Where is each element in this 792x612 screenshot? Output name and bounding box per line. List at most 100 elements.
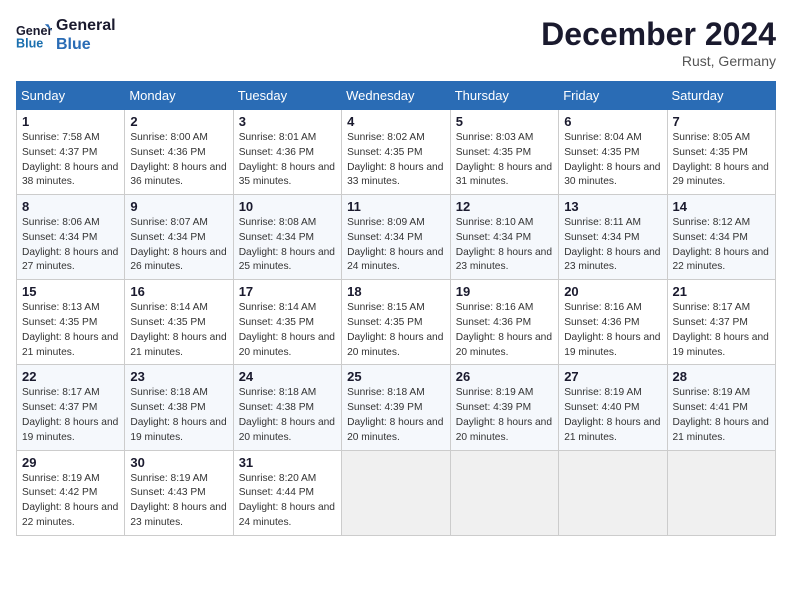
day-number: 13: [564, 199, 661, 214]
calendar-table: SundayMondayTuesdayWednesdayThursdayFrid…: [16, 81, 776, 536]
day-info: Sunrise: 8:20 AM Sunset: 4:44 PM Dayligh…: [239, 472, 336, 531]
calendar-cell: 28 Sunrise: 8:19 AM Sunset: 4:41 PM Dayl…: [667, 365, 776, 450]
day-number: 20: [564, 284, 661, 299]
day-number: 1: [22, 114, 119, 129]
day-number: 10: [239, 199, 336, 214]
logo-blue: Blue: [56, 35, 116, 54]
calendar-cell: 9 Sunrise: 8:07 AM Sunset: 4:34 PM Dayli…: [125, 195, 233, 280]
day-number: 30: [130, 455, 227, 470]
day-info: Sunrise: 8:19 AM Sunset: 4:39 PM Dayligh…: [456, 386, 553, 445]
day-number: 4: [347, 114, 445, 129]
calendar-cell: 24 Sunrise: 8:18 AM Sunset: 4:38 PM Dayl…: [233, 365, 341, 450]
day-info: Sunrise: 8:18 AM Sunset: 4:38 PM Dayligh…: [239, 386, 336, 445]
calendar-cell: 26 Sunrise: 8:19 AM Sunset: 4:39 PM Dayl…: [450, 365, 558, 450]
calendar-cell: [667, 450, 776, 535]
calendar-cell: [342, 450, 451, 535]
day-info: Sunrise: 8:16 AM Sunset: 4:36 PM Dayligh…: [564, 301, 661, 360]
day-info: Sunrise: 8:18 AM Sunset: 4:39 PM Dayligh…: [347, 386, 445, 445]
calendar-cell: 16 Sunrise: 8:14 AM Sunset: 4:35 PM Dayl…: [125, 280, 233, 365]
day-info: Sunrise: 8:17 AM Sunset: 4:37 PM Dayligh…: [22, 386, 119, 445]
calendar-cell: 22 Sunrise: 8:17 AM Sunset: 4:37 PM Dayl…: [17, 365, 125, 450]
day-info: Sunrise: 8:05 AM Sunset: 4:35 PM Dayligh…: [673, 131, 771, 190]
calendar-cell: 12 Sunrise: 8:10 AM Sunset: 4:34 PM Dayl…: [450, 195, 558, 280]
calendar-cell: 23 Sunrise: 8:18 AM Sunset: 4:38 PM Dayl…: [125, 365, 233, 450]
calendar-cell: 13 Sunrise: 8:11 AM Sunset: 4:34 PM Dayl…: [559, 195, 667, 280]
day-number: 17: [239, 284, 336, 299]
day-number: 22: [22, 369, 119, 384]
day-info: Sunrise: 8:17 AM Sunset: 4:37 PM Dayligh…: [673, 301, 771, 360]
day-info: Sunrise: 8:19 AM Sunset: 4:43 PM Dayligh…: [130, 472, 227, 531]
calendar-week-4: 22 Sunrise: 8:17 AM Sunset: 4:37 PM Dayl…: [17, 365, 776, 450]
calendar-week-5: 29 Sunrise: 8:19 AM Sunset: 4:42 PM Dayl…: [17, 450, 776, 535]
day-number: 24: [239, 369, 336, 384]
day-number: 8: [22, 199, 119, 214]
calendar-cell: 15 Sunrise: 8:13 AM Sunset: 4:35 PM Dayl…: [17, 280, 125, 365]
calendar-header-row: SundayMondayTuesdayWednesdayThursdayFrid…: [17, 82, 776, 110]
header-sunday: Sunday: [17, 82, 125, 110]
calendar-cell: 19 Sunrise: 8:16 AM Sunset: 4:36 PM Dayl…: [450, 280, 558, 365]
calendar-week-3: 15 Sunrise: 8:13 AM Sunset: 4:35 PM Dayl…: [17, 280, 776, 365]
day-info: Sunrise: 8:03 AM Sunset: 4:35 PM Dayligh…: [456, 131, 553, 190]
calendar-cell: 31 Sunrise: 8:20 AM Sunset: 4:44 PM Dayl…: [233, 450, 341, 535]
calendar-cell: 4 Sunrise: 8:02 AM Sunset: 4:35 PM Dayli…: [342, 110, 451, 195]
day-number: 6: [564, 114, 661, 129]
day-info: Sunrise: 8:08 AM Sunset: 4:34 PM Dayligh…: [239, 216, 336, 275]
day-number: 3: [239, 114, 336, 129]
day-info: Sunrise: 8:16 AM Sunset: 4:36 PM Dayligh…: [456, 301, 553, 360]
calendar-cell: 17 Sunrise: 8:14 AM Sunset: 4:35 PM Dayl…: [233, 280, 341, 365]
calendar-week-2: 8 Sunrise: 8:06 AM Sunset: 4:34 PM Dayli…: [17, 195, 776, 280]
title-area: December 2024 Rust, Germany: [541, 16, 776, 69]
calendar-cell: 21 Sunrise: 8:17 AM Sunset: 4:37 PM Dayl…: [667, 280, 776, 365]
calendar-cell: [559, 450, 667, 535]
day-info: Sunrise: 8:14 AM Sunset: 4:35 PM Dayligh…: [239, 301, 336, 360]
day-number: 26: [456, 369, 553, 384]
day-info: Sunrise: 8:01 AM Sunset: 4:36 PM Dayligh…: [239, 131, 336, 190]
day-info: Sunrise: 8:19 AM Sunset: 4:42 PM Dayligh…: [22, 472, 119, 531]
calendar-cell: 20 Sunrise: 8:16 AM Sunset: 4:36 PM Dayl…: [559, 280, 667, 365]
logo-general: General: [56, 16, 116, 35]
calendar-cell: 25 Sunrise: 8:18 AM Sunset: 4:39 PM Dayl…: [342, 365, 451, 450]
calendar-cell: 5 Sunrise: 8:03 AM Sunset: 4:35 PM Dayli…: [450, 110, 558, 195]
day-info: Sunrise: 8:14 AM Sunset: 4:35 PM Dayligh…: [130, 301, 227, 360]
logo-icon: General Blue: [16, 17, 52, 53]
day-info: Sunrise: 8:07 AM Sunset: 4:34 PM Dayligh…: [130, 216, 227, 275]
page-header: General Blue General Blue December 2024 …: [16, 16, 776, 69]
location: Rust, Germany: [541, 53, 776, 69]
header-friday: Friday: [559, 82, 667, 110]
calendar-cell: 14 Sunrise: 8:12 AM Sunset: 4:34 PM Dayl…: [667, 195, 776, 280]
day-info: Sunrise: 8:12 AM Sunset: 4:34 PM Dayligh…: [673, 216, 771, 275]
calendar-cell: 2 Sunrise: 8:00 AM Sunset: 4:36 PM Dayli…: [125, 110, 233, 195]
calendar-cell: 30 Sunrise: 8:19 AM Sunset: 4:43 PM Dayl…: [125, 450, 233, 535]
calendar-cell: 3 Sunrise: 8:01 AM Sunset: 4:36 PM Dayli…: [233, 110, 341, 195]
header-tuesday: Tuesday: [233, 82, 341, 110]
day-number: 27: [564, 369, 661, 384]
day-number: 9: [130, 199, 227, 214]
day-number: 7: [673, 114, 771, 129]
day-number: 21: [673, 284, 771, 299]
header-wednesday: Wednesday: [342, 82, 451, 110]
day-number: 28: [673, 369, 771, 384]
day-info: Sunrise: 7:58 AM Sunset: 4:37 PM Dayligh…: [22, 131, 119, 190]
day-number: 2: [130, 114, 227, 129]
calendar-cell: 27 Sunrise: 8:19 AM Sunset: 4:40 PM Dayl…: [559, 365, 667, 450]
day-info: Sunrise: 8:15 AM Sunset: 4:35 PM Dayligh…: [347, 301, 445, 360]
day-number: 18: [347, 284, 445, 299]
day-info: Sunrise: 8:04 AM Sunset: 4:35 PM Dayligh…: [564, 131, 661, 190]
day-number: 19: [456, 284, 553, 299]
day-info: Sunrise: 8:02 AM Sunset: 4:35 PM Dayligh…: [347, 131, 445, 190]
day-info: Sunrise: 8:06 AM Sunset: 4:34 PM Dayligh…: [22, 216, 119, 275]
day-info: Sunrise: 8:19 AM Sunset: 4:40 PM Dayligh…: [564, 386, 661, 445]
day-info: Sunrise: 8:13 AM Sunset: 4:35 PM Dayligh…: [22, 301, 119, 360]
day-number: 11: [347, 199, 445, 214]
logo: General Blue General Blue: [16, 16, 116, 54]
day-number: 16: [130, 284, 227, 299]
calendar-cell: 29 Sunrise: 8:19 AM Sunset: 4:42 PM Dayl…: [17, 450, 125, 535]
day-info: Sunrise: 8:09 AM Sunset: 4:34 PM Dayligh…: [347, 216, 445, 275]
header-saturday: Saturday: [667, 82, 776, 110]
day-number: 15: [22, 284, 119, 299]
day-number: 25: [347, 369, 445, 384]
header-thursday: Thursday: [450, 82, 558, 110]
day-info: Sunrise: 8:00 AM Sunset: 4:36 PM Dayligh…: [130, 131, 227, 190]
calendar-cell: 7 Sunrise: 8:05 AM Sunset: 4:35 PM Dayli…: [667, 110, 776, 195]
month-year: December 2024: [541, 16, 776, 53]
